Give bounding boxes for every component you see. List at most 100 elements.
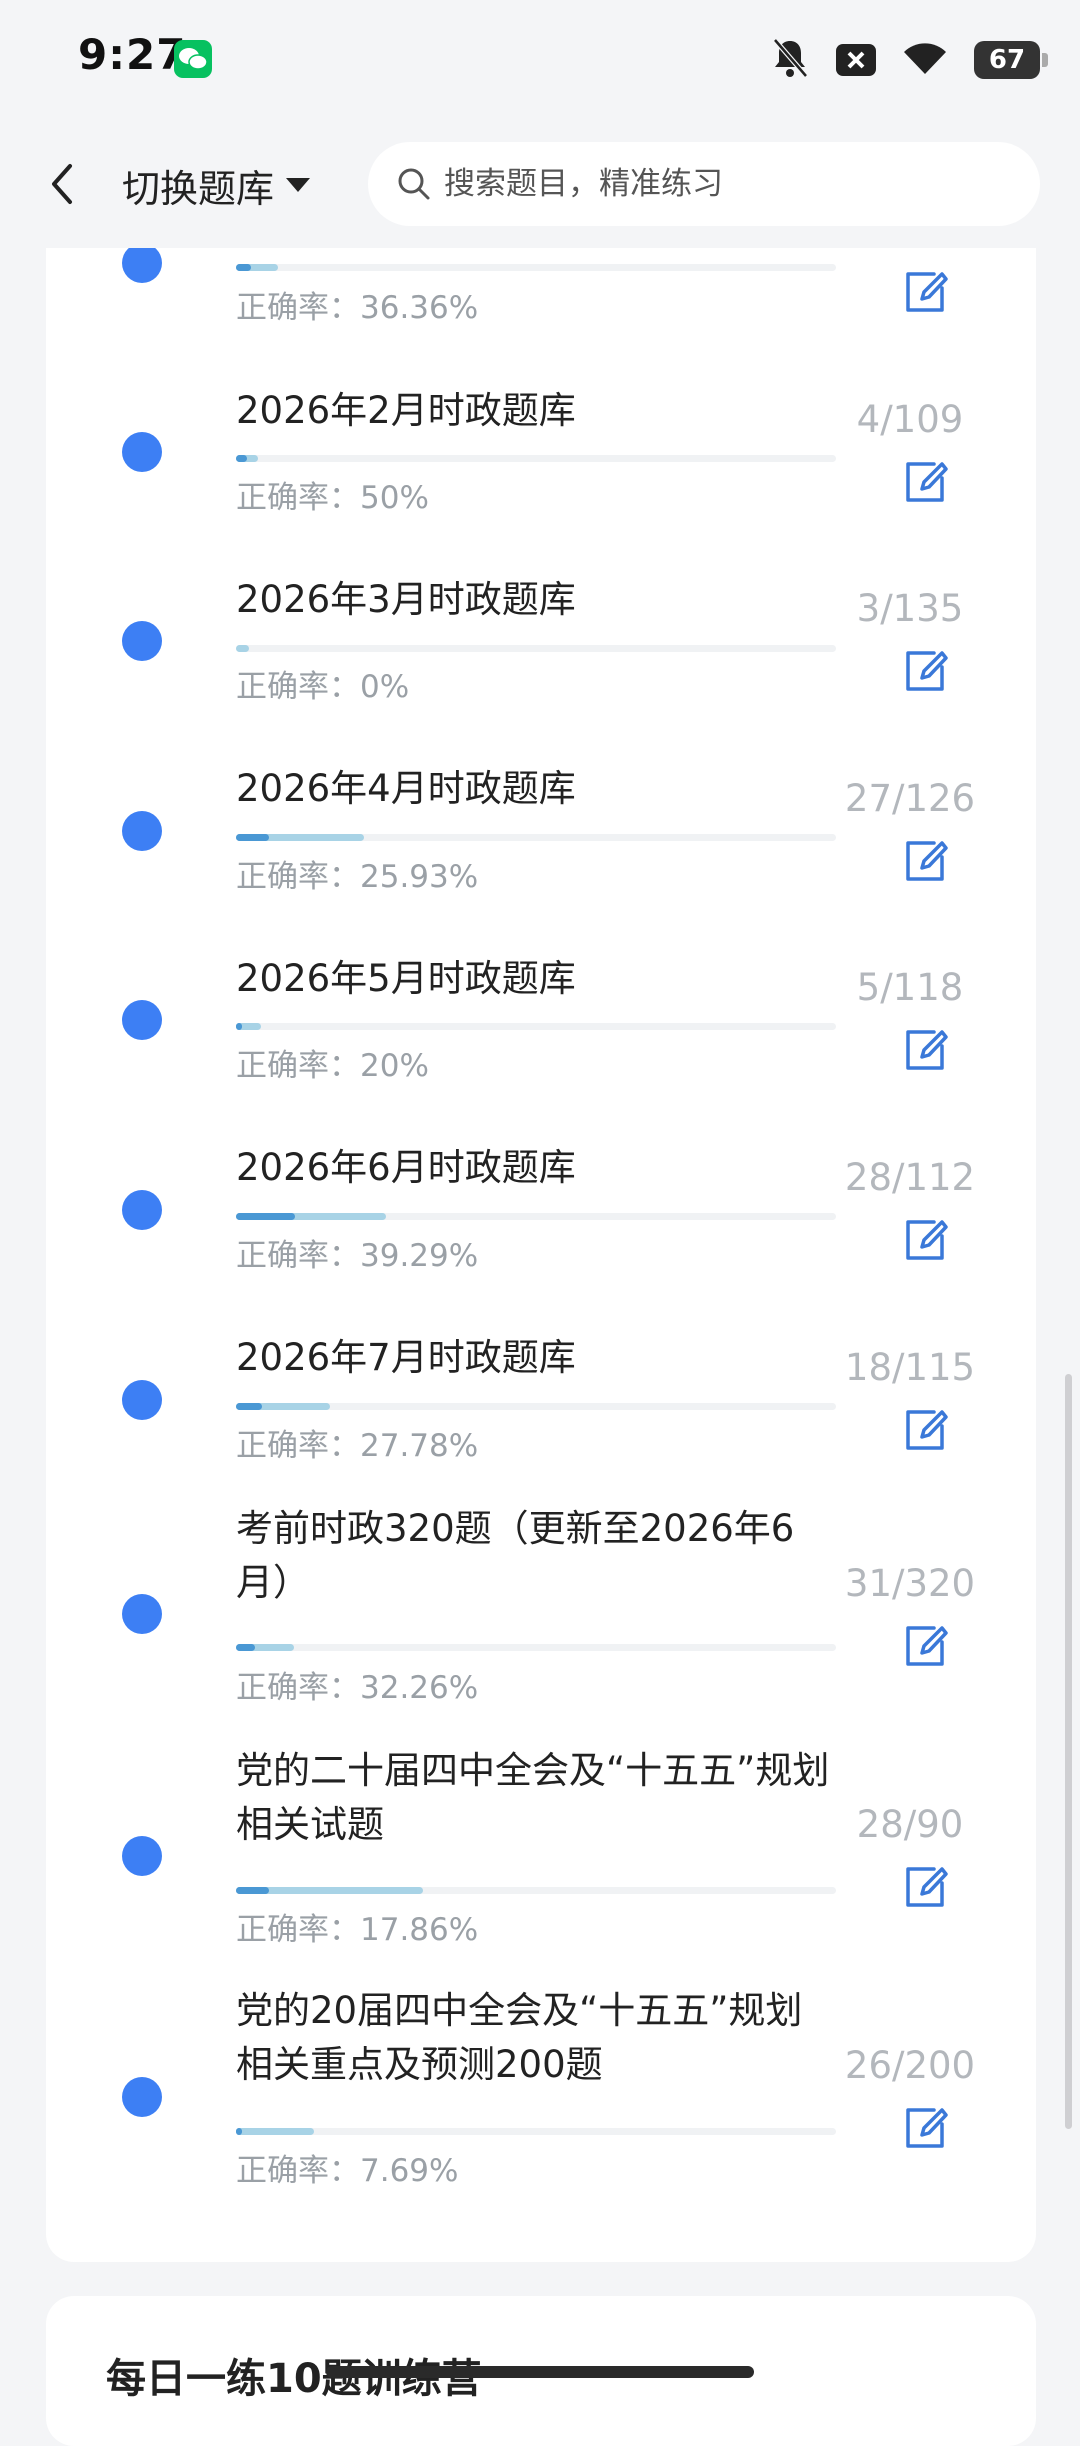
wechat-icon [174,40,212,78]
accuracy-text: 正确率：25.93% [236,851,478,896]
progress-count: 4/109 [856,398,964,441]
scrollbar[interactable] [1065,1374,1072,2129]
accuracy-label: 正确率： [236,2153,360,2189]
accuracy-text: 正确率：39.29% [236,1230,478,1275]
accuracy-value: 7.69% [360,2153,459,2189]
correct-fill [236,1213,295,1220]
status-dot [122,1000,162,1040]
accuracy-text: 正确率：27.78% [236,1420,478,1465]
accuracy-text: 正确率：17.86% [236,1904,478,1949]
status-dot [122,432,162,472]
accuracy-value: 27.78% [360,1428,479,1464]
edit-icon[interactable] [900,268,950,318]
correct-fill [236,1887,270,1894]
status-dot [122,621,162,661]
correct-fill [236,1403,263,1410]
item-title: 2026年3月时政题库 [236,578,576,621]
accuracy-text: 正确率：20% [236,1040,429,1085]
progress-fill [236,645,250,652]
status-dot [122,2077,162,2117]
progress-count: 26/200 [844,2044,976,2087]
progress-bar [236,1403,836,1410]
progress-count: 31/320 [844,1562,976,1605]
progress-bar [236,834,836,841]
caret-down-icon [286,178,311,192]
edit-icon[interactable] [900,1622,950,1672]
correct-fill [236,1644,255,1651]
progress-bar [236,455,836,462]
back-button[interactable] [40,156,90,212]
accuracy-text: 正确率：50% [236,472,429,517]
progress-bar [236,264,836,271]
item-title: 党的二十届四中全会及“十五五”规划相关试题 [236,1749,830,1846]
correct-fill [236,834,270,841]
accuracy-value: 0% [360,669,410,705]
progress-count: 27/126 [844,777,976,820]
progress-count: 5/118 [856,966,964,1009]
accuracy-label: 正确率： [236,290,360,326]
item-title: 2026年7月时政题库 [236,1336,576,1379]
edit-icon[interactable] [900,458,950,508]
edit-icon[interactable] [900,2104,950,2154]
progress-bar [236,1213,836,1220]
accuracy-label: 正确率： [236,1670,360,1706]
item-title: 党的20届四中全会及“十五五”规划相关重点及预测200题 [236,1989,803,2086]
correct-fill [236,2128,242,2135]
accuracy-text: 正确率：36.36% [236,282,478,327]
status-dot [122,243,162,283]
edit-icon[interactable] [900,1026,950,1076]
correct-fill [236,1023,242,1030]
status-time: 9:27 [78,30,187,79]
item-title: 2026年2月时政题库 [236,389,576,432]
search-icon [398,168,430,200]
item-title: 2026年5月时政题库 [236,957,576,1000]
switch-bank-button[interactable]: 切换题库 [122,158,311,212]
progress-bar [236,2128,836,2135]
accuracy-label: 正确率： [236,1048,360,1084]
edit-icon[interactable] [900,1216,950,1266]
item-title: 2026年6月时政题库 [236,1146,576,1189]
item-title: 2026年4月时政题库 [236,767,576,810]
bell-muted-icon [770,37,810,83]
accuracy-label: 正确率： [236,1428,360,1464]
accuracy-label: 正确率： [236,480,360,516]
status-bar: 9:27 67 [0,0,1080,118]
accuracy-label: 正确率： [236,669,360,705]
accuracy-value: 39.29% [360,1238,479,1274]
edit-icon[interactable] [900,1863,950,1913]
accuracy-value: 25.93% [360,859,479,895]
search-input[interactable] [442,165,1006,203]
progress-count: 18/115 [844,1346,976,1389]
accuracy-text: 正确率：7.69% [236,2145,458,2190]
accuracy-value: 20% [360,1048,429,1084]
correct-fill [236,455,248,462]
progress-bar [236,1644,836,1651]
status-dot [122,811,162,851]
item-title: 考前时政320题（更新至2026年6月） [236,1507,795,1604]
status-dot [122,1594,162,1634]
accuracy-value: 50% [360,480,429,516]
progress-bar [236,645,836,652]
edit-icon[interactable] [900,647,950,697]
progress-count: 3/135 [856,587,964,630]
search-bar[interactable] [368,142,1040,226]
accuracy-label: 正确率： [236,859,360,895]
battery-icon: 67 [974,41,1048,79]
accuracy-label: 正确率： [236,1238,360,1274]
wifi-icon [902,40,948,80]
progress-bar [236,1023,836,1030]
correct-fill [236,264,252,271]
status-dot [122,1836,162,1876]
chevron-left-icon [52,164,72,204]
top-nav-bar: 切换题库 [0,118,1080,248]
accuracy-value: 17.86% [360,1912,479,1948]
accuracy-label: 正确率： [236,1912,360,1948]
accuracy-text: 正确率：32.26% [236,1662,478,1707]
accuracy-value: 36.36% [360,290,479,326]
no-sim-icon [836,44,876,76]
home-indicator[interactable] [326,2366,754,2378]
progress-count: 28/112 [844,1156,976,1199]
progress-bar [236,1887,836,1894]
edit-icon[interactable] [900,1406,950,1456]
edit-icon[interactable] [900,837,950,887]
